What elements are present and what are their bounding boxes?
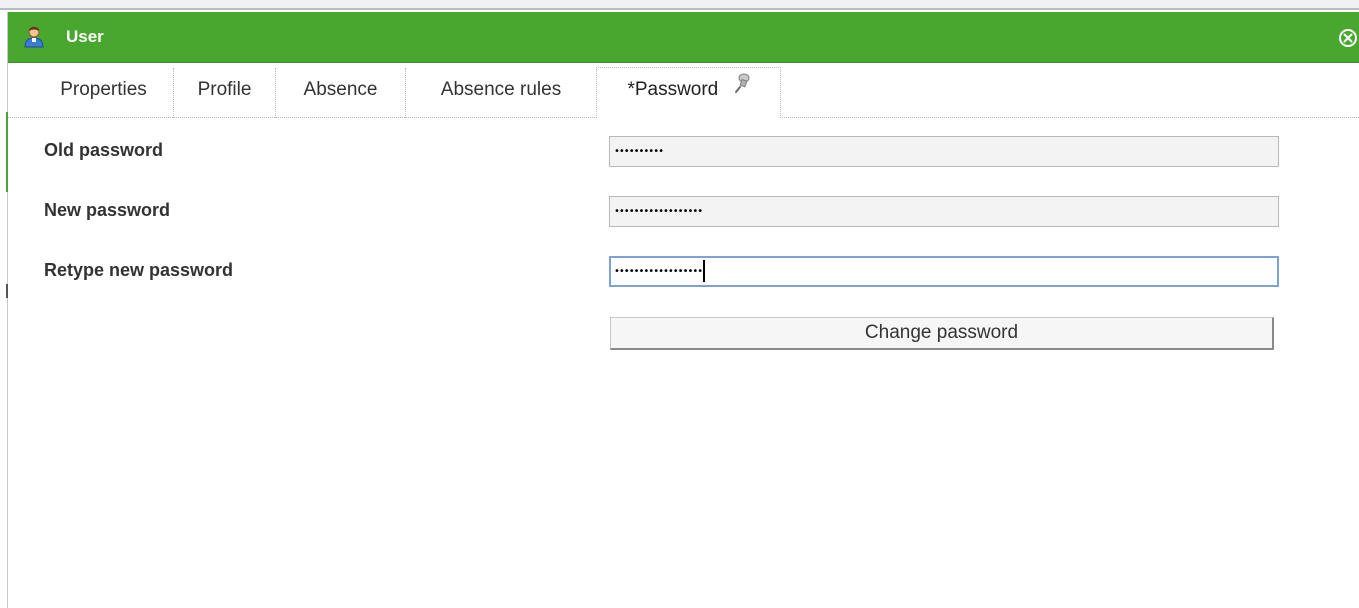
tab-absence-rules[interactable]: Absence rules	[406, 68, 596, 118]
retype-password-label: Retype new password	[44, 260, 234, 280]
change-password-button[interactable]: Change password	[610, 317, 1274, 350]
new-password-label: New password	[44, 200, 171, 220]
dialog-titlebar: User	[8, 12, 1359, 63]
new-password-input[interactable]: ••••••••••••••••••	[609, 196, 1279, 227]
close-icon[interactable]	[1339, 29, 1357, 47]
tab-label: *Password	[627, 79, 719, 100]
tab-label: Absence	[303, 79, 378, 100]
text-caret	[703, 260, 706, 282]
old-password-label: Old password	[44, 140, 164, 160]
tab-label: Absence rules	[440, 79, 562, 100]
old-password-input[interactable]: ••••••••••	[609, 136, 1279, 167]
retype-password-value: ••••••••••••••••••	[614, 266, 703, 277]
tab-bar: Properties Profile Absence Absence rules…	[8, 63, 1359, 118]
user-icon	[24, 26, 44, 48]
top-border	[0, 0, 1359, 10]
tab-label: Profile	[197, 79, 252, 100]
dialog-title: User	[66, 27, 104, 46]
tab-profile[interactable]: Profile	[174, 68, 276, 118]
retype-password-input[interactable]: ••••••••••••••••••	[609, 256, 1279, 287]
left-border	[0, 12, 8, 608]
tab-password[interactable]: *Password	[596, 67, 781, 118]
user-dialog: User Properties Profile Absence Absence …	[0, 0, 1359, 608]
tab-label: Properties	[60, 79, 147, 100]
tab-properties[interactable]: Properties	[34, 68, 174, 118]
password-form: Old password •••••••••• New password •••…	[8, 118, 1359, 608]
tab-absence[interactable]: Absence	[276, 68, 406, 118]
pin-icon[interactable]	[734, 66, 750, 110]
